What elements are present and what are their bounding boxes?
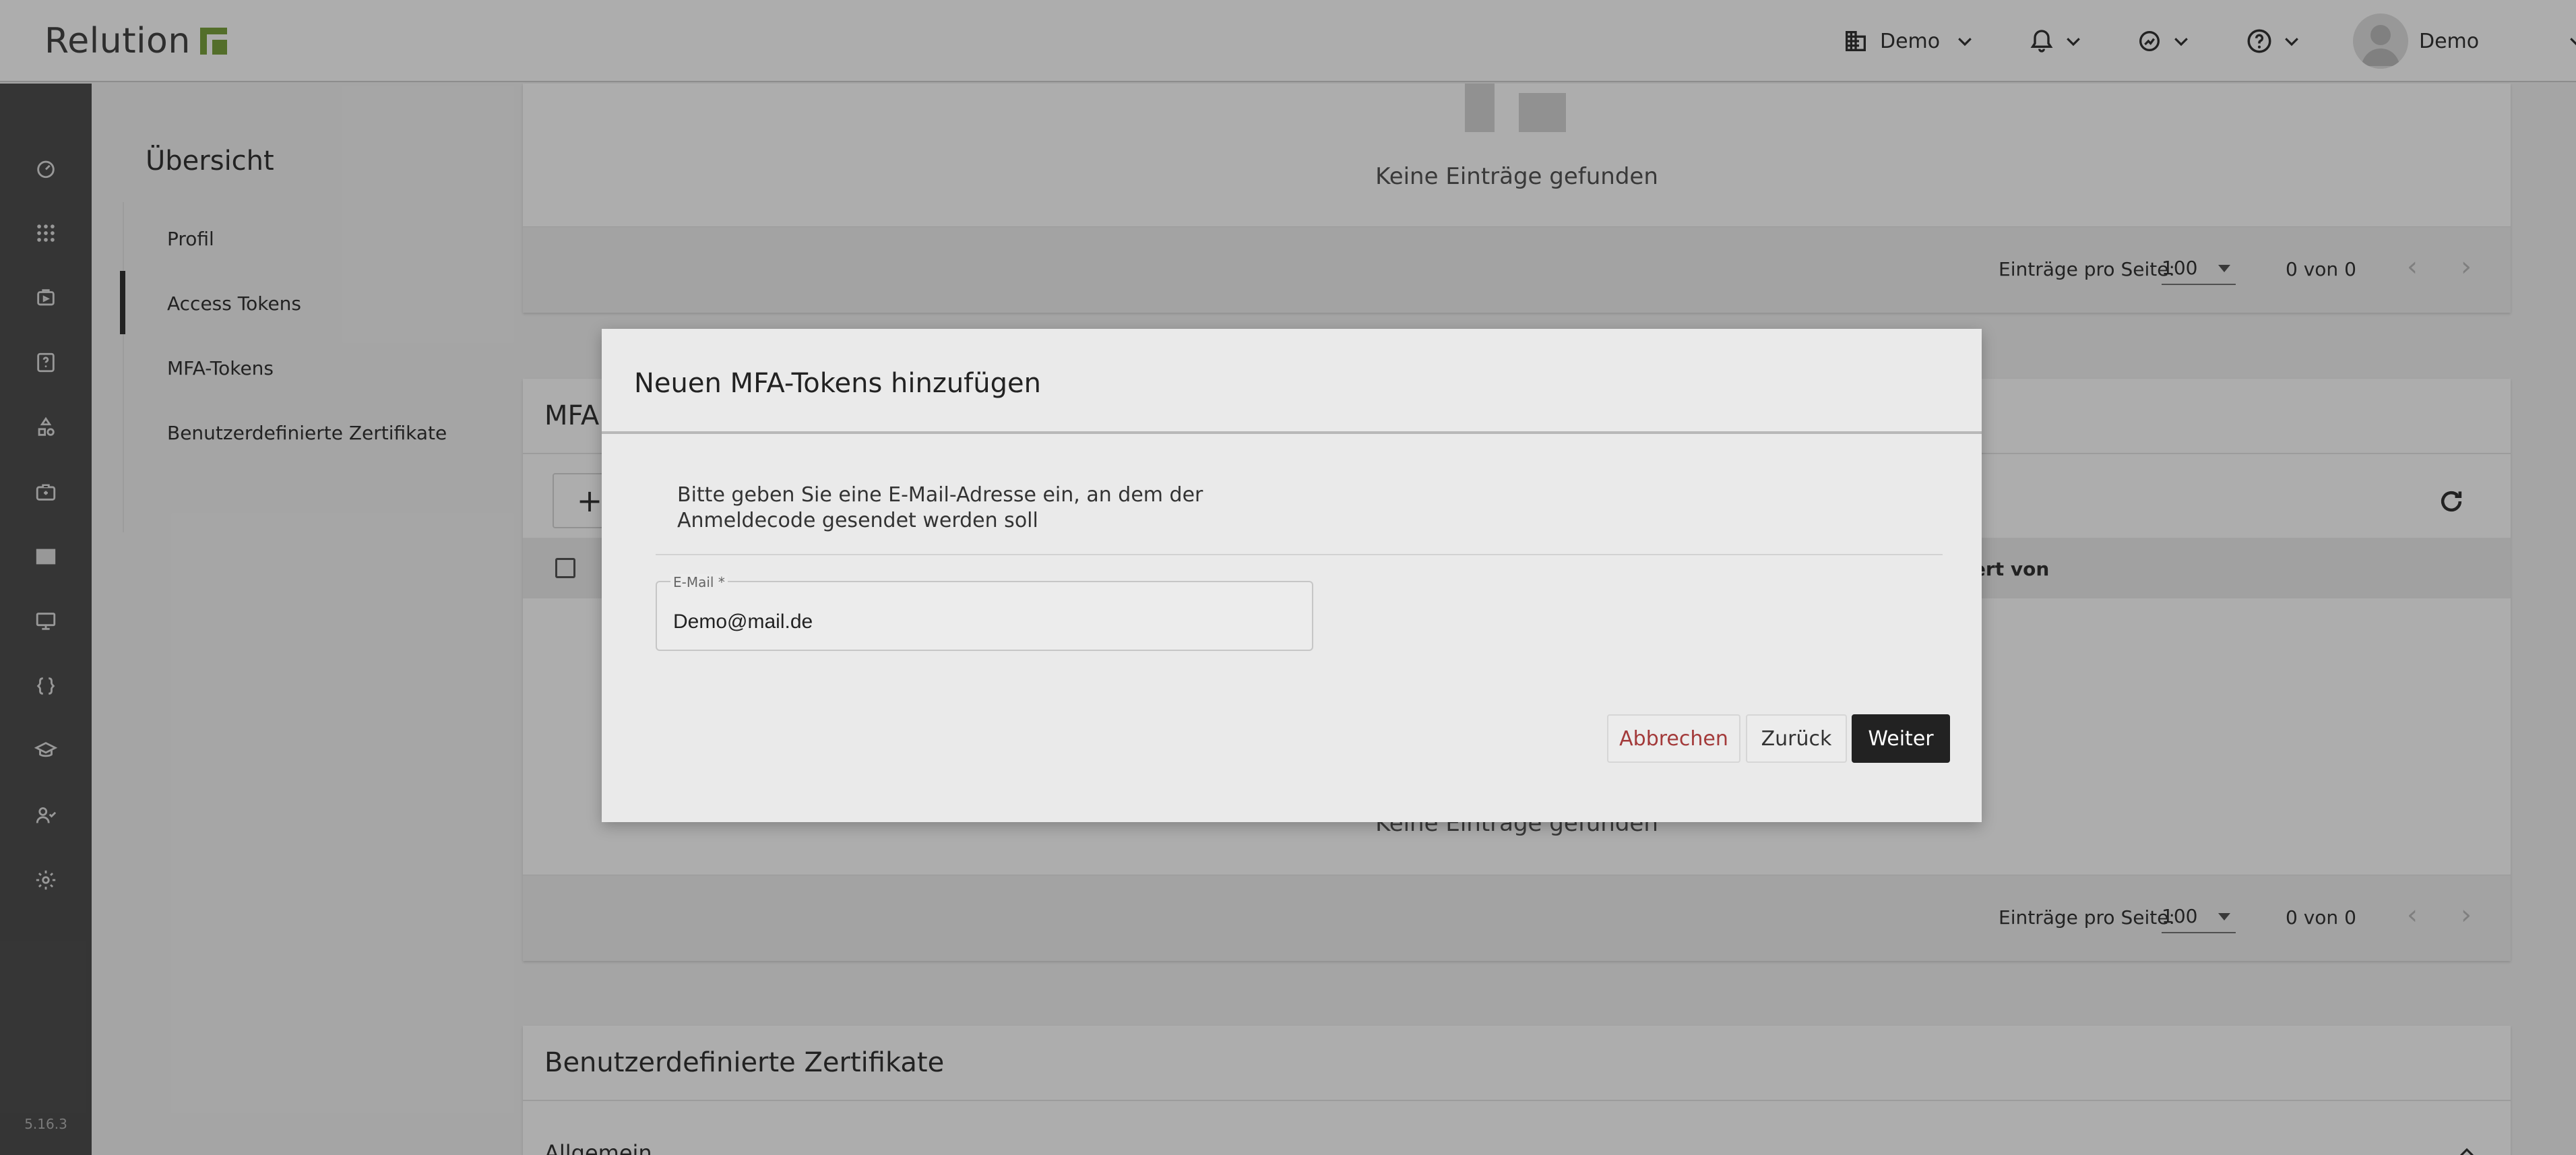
back-button[interactable]: Zurück	[1746, 714, 1847, 763]
next-button[interactable]: Weiter	[1852, 714, 1950, 763]
dialog-divider	[602, 431, 1982, 434]
cancel-button[interactable]: Abbrechen	[1607, 714, 1740, 763]
email-field-label: E-Mail *	[670, 574, 728, 590]
dialog-description: Bitte geben Sie eine E-Mail-Adresse ein,…	[677, 483, 1203, 532]
dialog-separator	[656, 554, 1943, 555]
dialog-title: Neuen MFA-Tokens hinzufügen	[634, 368, 1041, 399]
email-field[interactable]: E-Mail *	[656, 574, 1313, 651]
add-mfa-token-dialog: Neuen MFA-Tokens hinzufügen Bitte geben …	[602, 329, 1982, 822]
email-input[interactable]	[673, 611, 1280, 633]
